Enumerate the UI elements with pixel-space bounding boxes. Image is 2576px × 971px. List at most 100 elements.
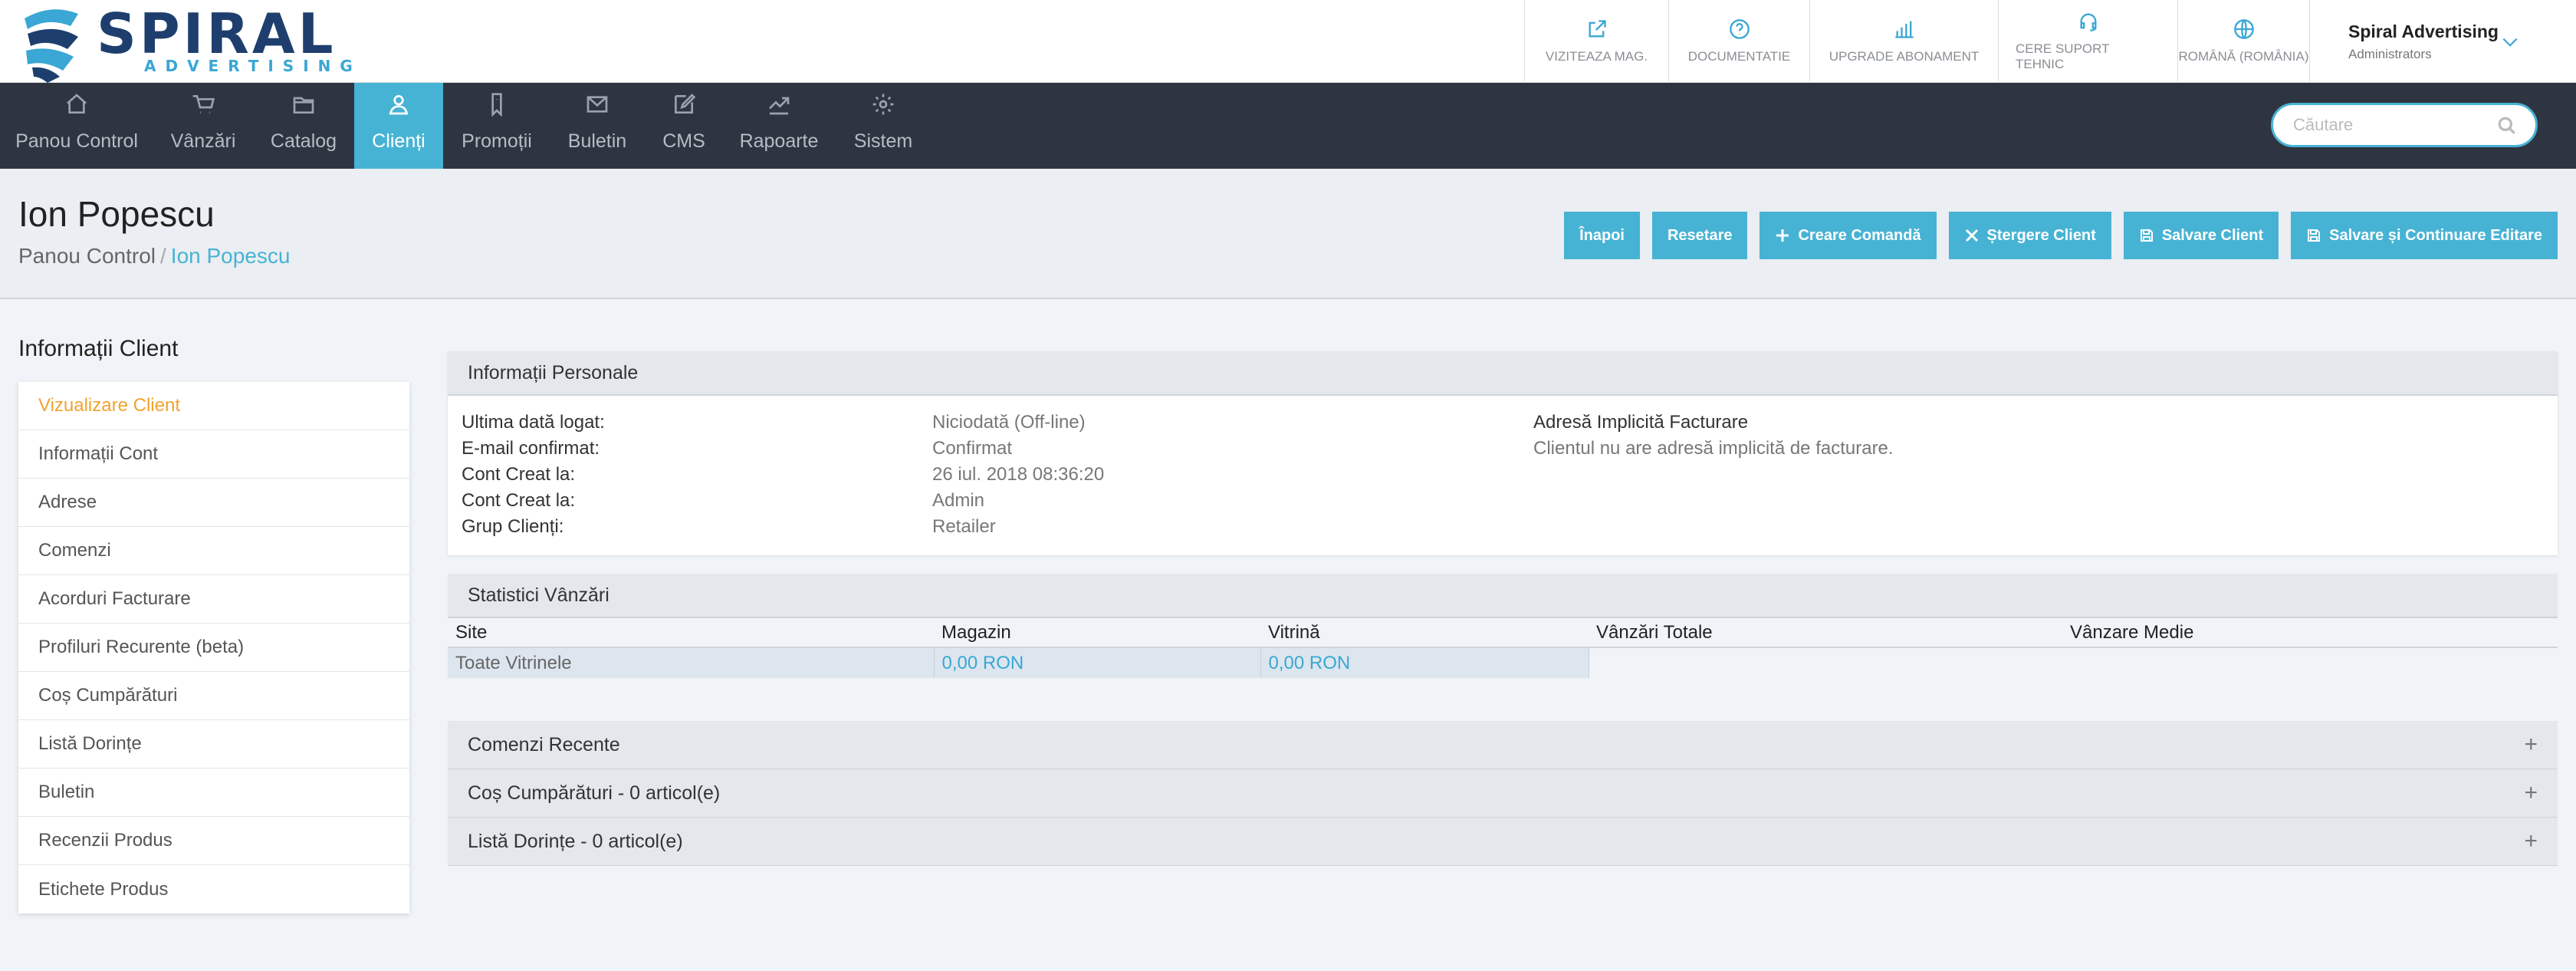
billing-text: Clientul nu are adresă implicită de fact…: [1533, 438, 1894, 459]
table-cell: 0,00 RON: [934, 647, 1261, 678]
column-header: Site: [448, 618, 934, 648]
tag-icon: [491, 93, 502, 117]
sidebar-item-newsletter[interactable]: Buletin: [18, 769, 409, 817]
search-input[interactable]: [2293, 105, 2500, 145]
table-row: Toate Vitrinele 0,00 RON 0,00 RON: [448, 647, 2558, 678]
info-label: Grup Clienți:: [462, 516, 564, 537]
main-nav: Panou Control Vânzări Catalog Clienți Pr…: [0, 83, 2576, 169]
visit-store-link[interactable]: VIZITEAZA MAG.: [1524, 0, 1668, 83]
upgrade-link[interactable]: UPGRADE ABONAMENT: [1809, 0, 1998, 83]
help-circle-icon: [1729, 19, 1750, 39]
accordion-shopping-cart[interactable]: Coș Cumpărături - 0 articol(e) +: [448, 769, 2558, 818]
sidebar-item-shopping-cart[interactable]: Coș Cumpărături: [18, 672, 409, 720]
logo-text: SPIRAL: [97, 2, 337, 66]
delete-customer-button[interactable]: Ștergere Client: [1948, 212, 2111, 259]
info-value: 26 iul. 2018 08:36:20: [932, 464, 1105, 485]
nav-item-cms[interactable]: CMS: [649, 83, 719, 169]
info-label: Cont Creat la:: [462, 464, 576, 485]
info-value: Retailer: [932, 516, 996, 537]
nav-label: CMS: [662, 130, 705, 152]
info-label: E-mail confirmat:: [462, 438, 600, 459]
nav-label: Buletin: [567, 130, 627, 152]
column-header: Vânzări Totale: [1589, 618, 2062, 648]
nav-item-promotions[interactable]: Promoții: [449, 83, 544, 169]
nav-item-reports[interactable]: Rapoarte: [727, 83, 831, 169]
personal-info-grid: Ultima dată logat: Niciodată (Off-line) …: [448, 396, 2558, 540]
sidebar-item-recurring-profiles[interactable]: Profiluri Recurente (beta): [18, 624, 409, 672]
default-billing-address: Adresă Implicită Facturare Clientul nu a…: [1533, 410, 1894, 462]
documentation-link[interactable]: DOCUMENTATIE: [1668, 0, 1809, 83]
top-bar: SPIRAL ADVERTISING VIZITEAZA MAG. DOCUME…: [0, 0, 2576, 83]
sidebar-item-view-customer[interactable]: Vizualizare Client: [18, 382, 409, 430]
table-cell: 0,00 RON: [1260, 647, 1589, 678]
search-box: [2271, 103, 2538, 147]
sidebar-item-wishlist[interactable]: Listă Dorințe: [18, 720, 409, 769]
language-link[interactable]: ROMÂNĂ (ROMÂNIA): [2177, 0, 2309, 83]
breadcrumb-current[interactable]: Ion Popescu: [171, 244, 291, 268]
sales-stats-panel: Statistici Vânzări Site Magazin Vitrină …: [448, 574, 2558, 686]
accordion-group: Comenzi Recente + Coș Cumpărături - 0 ar…: [448, 721, 2558, 867]
reset-button[interactable]: Resetare: [1651, 212, 1748, 259]
mail-icon: [586, 96, 608, 113]
table-cell: [2062, 647, 2558, 678]
nav-item-sales[interactable]: Vânzări: [153, 83, 253, 169]
plus-icon[interactable]: +: [2524, 780, 2538, 806]
nav-item-dashboard[interactable]: Panou Control: [0, 83, 153, 169]
back-button[interactable]: Înapoi: [1564, 212, 1640, 259]
nav-label: Clienți: [372, 130, 426, 152]
create-order-button[interactable]: Creare Comandă: [1760, 212, 1937, 259]
save-icon: [2308, 229, 2321, 242]
user-menu[interactable]: Spiral Advertising Administrators: [2309, 0, 2576, 83]
nav-label: Sistem: [853, 130, 913, 152]
info-row: Ultima dată logat: Niciodată (Off-line): [462, 410, 2558, 436]
save-continue-button[interactable]: Salvare și Continuare Editare: [2291, 212, 2558, 259]
nav-label: Promoții: [462, 130, 532, 152]
action-buttons: Înapoi Resetare Creare Comandă Ștergere …: [1564, 212, 2558, 259]
page-header: Ion Popescu Panou Control / Ion Popescu În…: [0, 169, 2576, 299]
gear-icon: [872, 94, 894, 115]
documentation-label: DOCUMENTATIE: [1687, 49, 1791, 64]
user-icon: [389, 94, 409, 115]
chevron-down-icon: [2502, 38, 2518, 47]
accordion-label: Coș Cumpărături - 0 articol(e): [468, 782, 721, 804]
support-link[interactable]: CERE SUPORT TEHNIC: [1998, 0, 2177, 83]
spiral-logo-icon: [25, 9, 78, 83]
search-icon[interactable]: [2497, 116, 2517, 136]
nav-label: Vânzări: [170, 130, 236, 152]
edit-icon: [675, 94, 696, 114]
accordion-label: Listă Dorințe - 0 articol(e): [468, 830, 683, 852]
logo[interactable]: SPIRAL ADVERTISING: [17, 2, 353, 83]
visit-store-label: VIZITEAZA MAG.: [1545, 49, 1648, 64]
breadcrumb-root[interactable]: Panou Control: [18, 244, 156, 268]
plus-icon[interactable]: +: [2524, 828, 2538, 854]
plus-icon[interactable]: +: [2524, 732, 2538, 758]
sidebar-item-billing-agreements[interactable]: Acorduri Facturare: [18, 575, 409, 624]
accordion-wishlist[interactable]: Listă Dorințe - 0 articol(e) +: [448, 818, 2558, 866]
cart-icon: [192, 95, 215, 114]
sidebar-item-product-reviews[interactable]: Recenzii Produs: [18, 817, 409, 865]
logo-subtitle: ADVERTISING: [144, 57, 362, 75]
save-continue-label: Salvare și Continuare Editare: [2329, 226, 2542, 244]
nav-item-catalog[interactable]: Catalog: [261, 83, 347, 169]
sidebar-item-orders[interactable]: Comenzi: [18, 527, 409, 575]
nav-label: Panou Control: [15, 130, 138, 152]
sidebar-item-addresses[interactable]: Adrese: [18, 479, 409, 527]
nav-item-system[interactable]: Sistem: [839, 83, 928, 169]
sidebar-item-product-tags[interactable]: Etichete Produs: [18, 865, 409, 913]
accordion-recent-orders[interactable]: Comenzi Recente +: [448, 721, 2558, 769]
upgrade-label: UPGRADE ABONAMENT: [1829, 49, 1980, 64]
nav-item-customers[interactable]: Clienți: [354, 83, 443, 169]
folder-icon: [293, 97, 314, 114]
table-cell: [1589, 647, 2062, 678]
save-customer-button[interactable]: Salvare Client: [2123, 212, 2279, 259]
save-icon: [2140, 229, 2153, 242]
nav-label: Rapoarte: [739, 130, 819, 152]
nav-item-newsletter[interactable]: Buletin: [552, 83, 642, 169]
save-customer-label: Salvare Client: [2161, 226, 2264, 244]
user-role: Administrators: [2348, 47, 2432, 61]
info-value: Admin: [932, 490, 985, 511]
language-label: ROMÂNĂ (ROMÂNIA): [2178, 49, 2309, 64]
table-cell: Toate Vitrinele: [448, 647, 935, 678]
info-row: Grup Clienți: Retailer: [462, 514, 2558, 540]
sidebar-item-account-info[interactable]: Informații Cont: [18, 430, 409, 479]
